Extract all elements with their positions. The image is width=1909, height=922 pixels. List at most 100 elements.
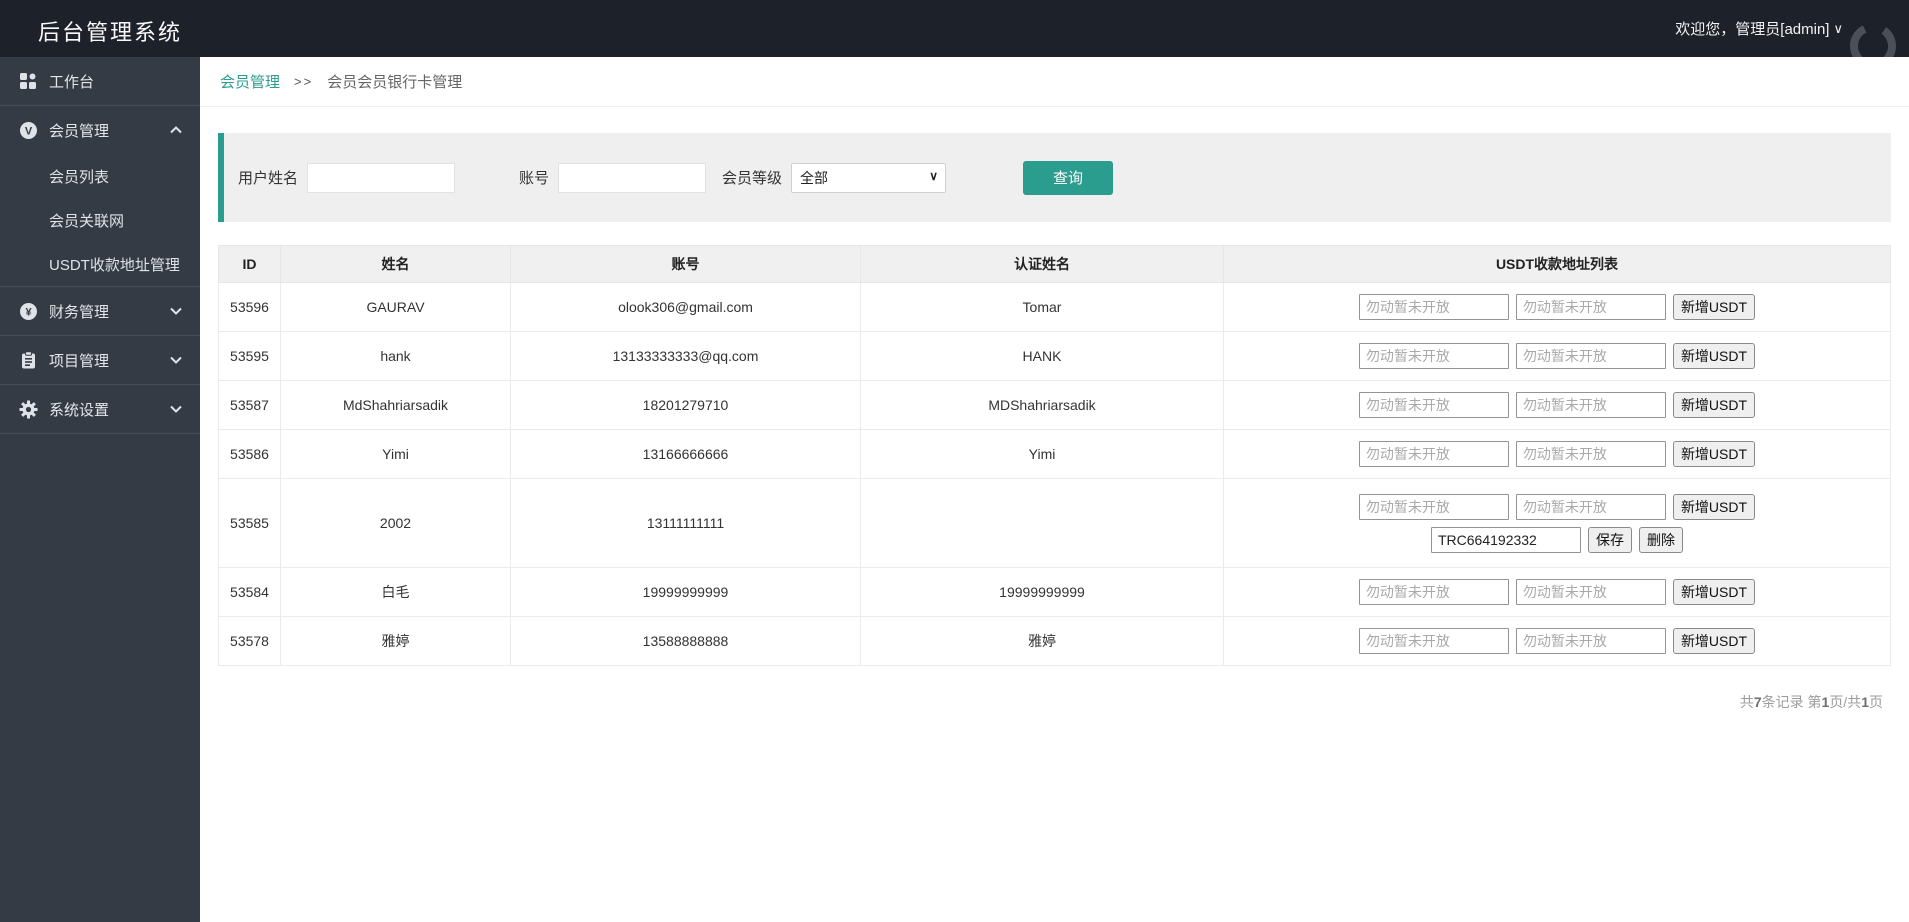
sidebar-item-workbench[interactable]: 工作台 [0,57,200,105]
cell-id: 53595 [218,331,281,381]
sidebar-item-member-network[interactable]: 会员关联网 [0,198,200,242]
table-row: 53584 白毛 19999999999 19999999999 新增USDT [218,567,1891,617]
sidebar-item-label: 系统设置 [49,401,110,419]
sidebar-item-member-mgmt[interactable]: V 会员管理 [0,106,200,154]
cell-usdt: 新增USDT [1223,616,1891,666]
add-usdt-button[interactable]: 新增USDT [1672,579,1756,605]
total-pages: 1 [1861,694,1869,710]
cell-verified: 雅婷 [860,616,1224,666]
cell-usdt: 新增USDT [1223,331,1891,381]
table-row: 53586 Yimi 13166666666 Yimi 新增USDT [218,429,1891,479]
usdt-saved-address-input[interactable] [1431,526,1581,553]
cell-name: Yimi [280,429,511,479]
svg-text:V: V [24,125,32,137]
breadcrumb-section-link[interactable]: 会员管理 [220,71,280,92]
usdt-address-input[interactable] [1515,441,1666,467]
name-filter-input[interactable] [307,162,456,193]
sidebar-item-label: 项目管理 [49,352,110,370]
breadcrumb-separator: >> [294,74,314,89]
usdt-address-input[interactable] [1515,628,1666,654]
pagination-text: 条记录 [1761,694,1808,710]
table-row: 53585 2002 13111111111 新增USDT 保存 [218,478,1891,568]
cell-id: 53578 [218,616,281,666]
chevron-up-icon [170,126,182,134]
table-row: 53587 MdShahriarsadik 18201279710 MDShah… [218,380,1891,430]
cell-verified [860,478,1224,568]
name-filter-label: 用户姓名 [238,170,299,187]
add-usdt-button[interactable]: 新增USDT [1672,392,1756,418]
usdt-address-input[interactable] [1358,441,1509,467]
chevron-down-icon [170,356,182,364]
cell-usdt: 新增USDT [1223,567,1891,617]
top-bar: 后台管理系统 欢迎您，管理员[admin] ∨ [0,0,1909,57]
cell-id: 53587 [218,380,281,430]
cell-usdt: 新增USDT [1223,380,1891,430]
cell-name: 白毛 [280,567,511,617]
pagination-text: 共 [1739,694,1754,710]
usdt-address-input[interactable] [1358,628,1509,654]
add-usdt-button[interactable]: 新增USDT [1672,493,1756,520]
pagination-text: 页/共 [1829,694,1862,710]
cell-name: MdShahriarsadik [280,380,511,430]
cell-account: 18201279710 [510,380,861,430]
query-button[interactable]: 查询 [1023,160,1114,195]
usdt-address-input[interactable] [1358,343,1509,369]
usdt-address-input[interactable] [1515,493,1666,520]
cell-id: 53596 [218,282,281,332]
sub-item-label: USDT收款地址管理 [49,256,180,274]
chevron-down-icon [170,405,182,413]
delete-button[interactable]: 删除 [1639,526,1683,553]
sidebar-item-settings[interactable]: 系统设置 [0,385,200,433]
cell-id: 53584 [218,567,281,617]
breadcrumb-current: 会员会员银行卡管理 [327,74,463,91]
cell-account: 13133333333@qq.com [510,331,861,381]
sidebar-item-project[interactable]: 项目管理 [0,336,200,384]
cell-name: GAURAV [280,282,511,332]
cell-id: 53586 [218,429,281,479]
account-filter-input[interactable] [558,162,707,193]
sidebar-item-member-list[interactable]: 会员列表 [0,154,200,198]
main-content: 会员管理 >> 会员会员银行卡管理 用户姓名 账号 会员等级 全部 ∨ 查询 I… [200,57,1909,922]
pagination-text: 第 [1807,694,1822,710]
usdt-address-input[interactable] [1358,579,1509,605]
app-title: 后台管理系统 [38,20,183,45]
cell-account: 13166666666 [510,429,861,479]
usdt-address-input[interactable] [1515,392,1666,418]
cell-verified: Tomar [860,282,1224,332]
pagination-summary: 共7条记录 第1页/共1页 [200,692,1883,712]
usdt-address-input[interactable] [1358,392,1509,418]
filter-panel: 用户姓名 账号 会员等级 全部 ∨ 查询 [218,133,1891,222]
usdt-address-input[interactable] [1358,493,1509,520]
cell-account: 13588888888 [510,616,861,666]
add-usdt-button[interactable]: 新增USDT [1672,628,1756,654]
user-menu[interactable]: 欢迎您，管理员[admin] ∨ [1675,18,1843,39]
cell-verified: Yimi [860,429,1224,479]
ring-logo-icon [1850,23,1896,57]
add-usdt-button[interactable]: 新增USDT [1672,441,1756,467]
sidebar-item-finance[interactable]: ¥ 财务管理 [0,287,200,335]
record-count: 7 [1753,694,1762,710]
add-usdt-button[interactable]: 新增USDT [1672,343,1756,369]
cell-name: 雅婷 [280,616,511,666]
save-button[interactable]: 保存 [1588,526,1632,553]
col-header-account: 账号 [510,245,861,283]
usdt-address-input[interactable] [1515,579,1666,605]
sidebar-item-label: 工作台 [49,73,95,91]
level-select[interactable]: 全部 [791,162,947,193]
cell-usdt: 新增USDT [1223,429,1891,479]
usdt-address-input[interactable] [1358,294,1509,320]
cell-usdt: 新增USDT [1223,282,1891,332]
col-header-name: 姓名 [280,245,511,283]
svg-text:¥: ¥ [25,306,32,318]
usdt-address-input[interactable] [1515,343,1666,369]
add-usdt-button[interactable]: 新增USDT [1672,294,1756,320]
welcome-text: 欢迎您，管理员[admin] [1675,21,1830,38]
col-header-usdt: USDT收款地址列表 [1223,245,1891,283]
cell-account: olook306@gmail.com [510,282,861,332]
finance-icon: ¥ [18,301,38,321]
table-header-row: ID 姓名 账号 认证姓名 USDT收款地址列表 [218,245,1891,283]
sidebar-item-label: 财务管理 [49,303,110,321]
sidebar-item-usdt-address-mgmt[interactable]: USDT收款地址管理 [0,242,200,286]
member-icon: V [18,120,38,140]
usdt-address-input[interactable] [1515,294,1666,320]
